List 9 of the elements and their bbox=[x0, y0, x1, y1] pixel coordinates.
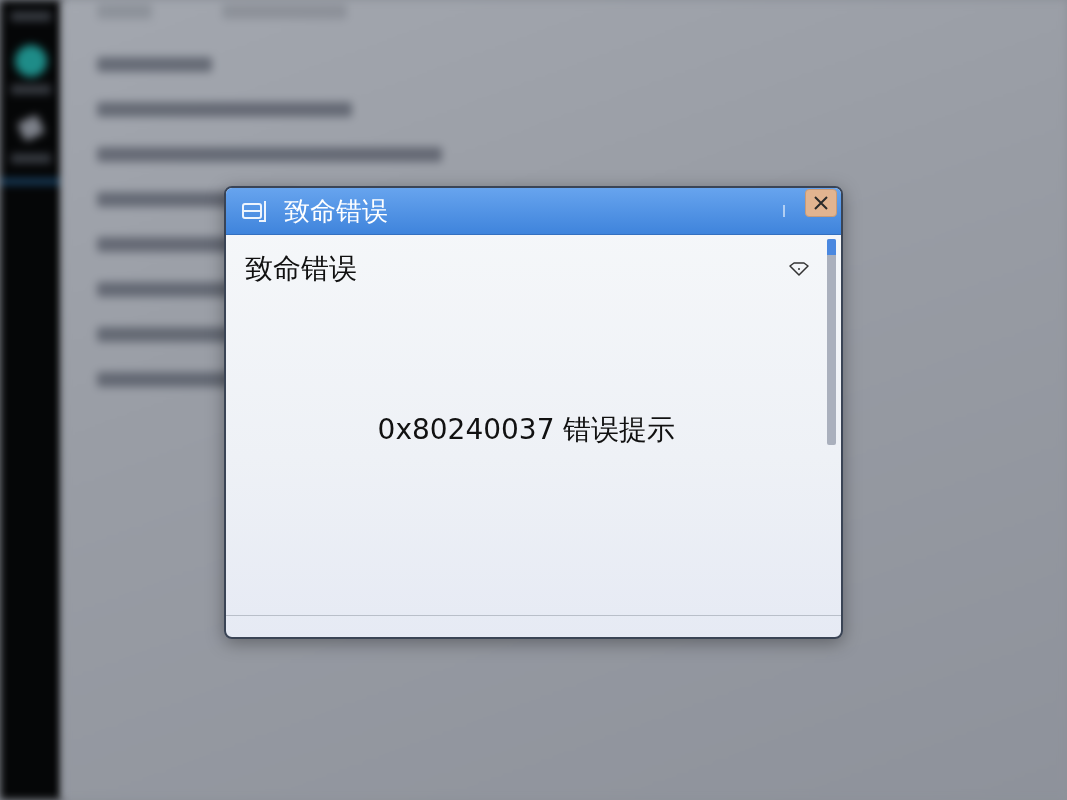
error-message: 0x80240037 错误提示 bbox=[376, 412, 677, 448]
diamond-icon bbox=[789, 262, 809, 276]
dialog-title: 致命错误 bbox=[284, 195, 388, 227]
close-button[interactable] bbox=[805, 189, 837, 217]
scrollbar-track[interactable] bbox=[827, 239, 836, 445]
window-icon bbox=[242, 200, 268, 222]
close-icon bbox=[814, 196, 828, 210]
dialog-heading: 致命错误 bbox=[245, 251, 357, 287]
scrollbar-thumb[interactable] bbox=[827, 239, 836, 255]
